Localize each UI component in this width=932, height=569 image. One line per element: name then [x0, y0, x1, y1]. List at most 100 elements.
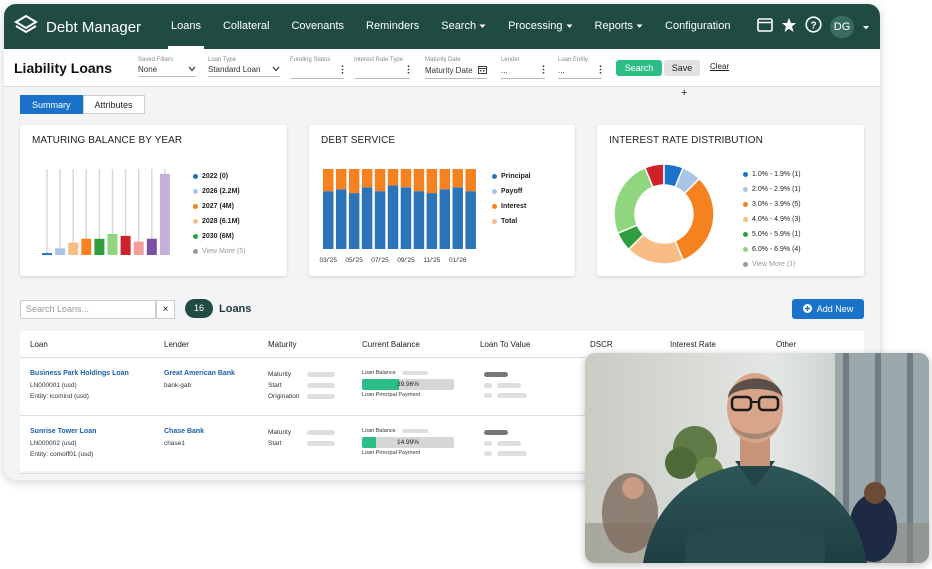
star-icon[interactable]: [781, 17, 797, 38]
legend-dot: [193, 234, 198, 239]
maturity-value-placeholder: [307, 430, 335, 435]
chevron-down-icon: [272, 65, 280, 74]
legend-item: 1.0% - 1.9% (1): [743, 167, 801, 182]
search-button[interactable]: Search: [616, 60, 662, 76]
loan-balance-percent: 14.99%: [396, 439, 420, 446]
clear-link[interactable]: Clear: [710, 62, 729, 71]
filter-saved-filters[interactable]: Saved Filters None: [138, 57, 196, 77]
bar-interest: [361, 169, 373, 188]
loan-count-badge: 16: [185, 299, 213, 318]
search-input[interactable]: Search Loans...: [20, 300, 156, 319]
page-title: Liability Loans: [14, 60, 113, 76]
bar: [159, 173, 170, 255]
filter-loan-type[interactable]: Loan Type Standard Loan: [208, 57, 280, 77]
legend-dot: [193, 249, 198, 254]
filter-funding-status[interactable]: Funding Status: [290, 57, 344, 79]
loan-name-link[interactable]: Business Park Holdings Loan: [30, 370, 129, 377]
main-nav: Loans Collateral Covenants Reminders Search P…: [160, 4, 741, 49]
loan-balance-progress: 39.96%: [362, 379, 454, 390]
bar-principal: [426, 193, 438, 249]
placeholder-bar: [402, 429, 428, 433]
legend-label: 6.0% - 6.9% (4): [752, 246, 801, 253]
bar-interest: [452, 169, 463, 188]
legend-item: Interest: [492, 199, 531, 214]
legend-item: View More (5): [193, 244, 245, 259]
filter-value-text: ...: [501, 66, 508, 75]
filter-value: ...: [558, 63, 602, 79]
brand[interactable]: Debt Manager: [14, 14, 141, 41]
legend-label: Interest: [501, 203, 527, 210]
filter-maturity-date[interactable]: Maturity Date Maturity Date: [425, 57, 487, 79]
loan-id: LN000001 (usd): [30, 382, 77, 389]
column-header-current-balance[interactable]: Current Balance: [362, 340, 420, 349]
legend-label: View More (5): [202, 248, 246, 255]
column-header-lender[interactable]: Lender: [164, 340, 189, 349]
nav-item-collateral[interactable]: Collateral: [212, 4, 280, 49]
nav-item-processing[interactable]: Processing: [497, 4, 583, 49]
loan-count-label: Loans: [219, 303, 252, 315]
column-header-maturity[interactable]: Maturity: [268, 340, 296, 349]
legend-dot: [743, 202, 748, 207]
tab-attributes[interactable]: Attributes: [82, 95, 145, 114]
lender-code: chase1: [164, 440, 185, 447]
bar-interest: [439, 169, 451, 190]
column-header-other[interactable]: Other: [776, 340, 796, 349]
filter-loan-entity[interactable]: Loan Entity...: [558, 57, 602, 79]
legend-dot: [492, 189, 497, 194]
maturing-legend: 2022 (0) 2026 (2.2M) 2027 (4M) 2028 (6.1M) 2…: [193, 169, 245, 259]
clear-search-icon[interactable]: ×: [156, 300, 175, 319]
add-new-button[interactable]: Add New: [792, 299, 864, 319]
bar: [55, 248, 66, 255]
nav-item-label: Covenants: [291, 20, 345, 32]
nav-item-label: Configuration: [665, 20, 731, 32]
caret-down-icon: [563, 20, 573, 32]
ltv-placeholder: [497, 441, 521, 446]
loan-name-link[interactable]: Sunrise Tower Loan: [30, 428, 96, 435]
nav-item-loans[interactable]: Loans: [160, 4, 212, 49]
bar: [120, 235, 131, 255]
lender-name-link[interactable]: Chase Bank: [164, 428, 204, 435]
legend-dot: [492, 204, 497, 209]
nav-item-reports[interactable]: Reports: [584, 4, 655, 49]
ltv-placeholder: [484, 372, 508, 377]
interest-rate-chart: [613, 163, 715, 265]
filter-value: Standard Loan: [208, 63, 280, 77]
maturity-label: Origination: [268, 393, 300, 400]
user-avatar[interactable]: DG: [830, 16, 854, 38]
help-icon[interactable]: ?: [805, 16, 822, 38]
legend-dot: [193, 204, 198, 209]
chevron-down-icon[interactable]: [862, 18, 870, 36]
window-icon[interactable]: [757, 17, 773, 37]
interest-rate-card: INTEREST RATE DISTRIBUTION 1.0% - 1.9% (…: [597, 125, 864, 276]
nav-item-configuration[interactable]: Configuration: [654, 4, 741, 49]
placeholder-bar: [402, 371, 428, 375]
lender-name-link[interactable]: Great American Bank: [164, 370, 235, 377]
x-tick-label: 11/'25: [423, 257, 440, 264]
bar-principal: [323, 191, 334, 249]
column-header-interest-rate[interactable]: Interest Rate: [670, 340, 716, 349]
nav-item-label: Processing: [508, 20, 563, 32]
debt-service-chart: 03/'25 05/'25 07/'25 09/'25 11/'25 01/'26: [319, 169, 476, 264]
ltv-placeholder: [484, 451, 492, 456]
column-header-loan-to-value[interactable]: Loan To Value: [480, 340, 530, 349]
nav-item-reminders[interactable]: Reminders: [355, 4, 430, 49]
filter-interest-rate-type[interactable]: Interest Rate Type: [354, 57, 410, 79]
column-header-dscr[interactable]: DSCR: [590, 340, 613, 349]
maturing-balance-chart: [42, 169, 170, 255]
ltv-placeholder: [497, 451, 527, 456]
bar-principal: [452, 187, 463, 249]
nav-item-covenants[interactable]: Covenants: [280, 4, 355, 49]
legend-label: 2022 (0): [202, 173, 229, 180]
legend-item: 2.0% - 2.9% (1): [743, 182, 801, 197]
filter-value: [354, 63, 410, 79]
bar-principal: [387, 185, 399, 249]
x-tick-label: 05/'25: [345, 257, 363, 264]
filter-lender[interactable]: Lender...: [501, 57, 545, 79]
nav-item-search[interactable]: Search: [430, 4, 497, 49]
save-button[interactable]: Save: [664, 60, 700, 76]
bar: [107, 233, 118, 255]
legend-dot: [743, 172, 748, 177]
tab-summary[interactable]: Summary: [20, 95, 83, 114]
column-header-loan[interactable]: Loan: [30, 340, 48, 349]
nav-item-label: Loans: [171, 20, 201, 32]
